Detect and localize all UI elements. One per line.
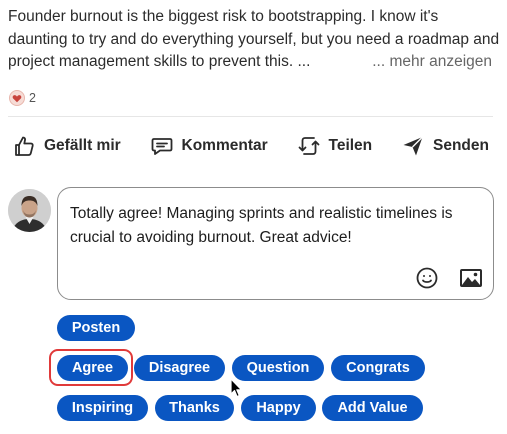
suggestion-add-value[interactable]: Add Value (322, 395, 423, 421)
send-button[interactable]: Senden (401, 134, 489, 158)
see-more-link[interactable]: ... mehr anzeigen (366, 51, 492, 74)
emoji-icon[interactable] (415, 266, 439, 290)
comment-input[interactable]: Totally agree! Managing sprints and real… (57, 187, 494, 300)
repost-icon (298, 137, 319, 155)
selection-highlight (49, 349, 133, 386)
share-label: Teilen (328, 137, 373, 154)
post-text: Founder burnout is the biggest risk to b… (8, 6, 500, 74)
suggestion-happy[interactable]: Happy (241, 395, 316, 421)
suggestion-inspiring[interactable]: Inspiring (57, 395, 148, 421)
image-icon[interactable] (459, 268, 483, 288)
mouse-cursor-icon (230, 378, 243, 398)
suggestion-disagree[interactable]: Disagree (134, 355, 225, 381)
comment-icon (151, 138, 172, 155)
suggestion-thanks[interactable]: Thanks (155, 395, 234, 421)
suggestion-congrats[interactable]: Congrats (331, 355, 425, 381)
like-button[interactable]: Gefällt mir (12, 134, 121, 158)
comment-button[interactable]: Kommentar (150, 134, 268, 158)
send-label: Senden (432, 137, 489, 154)
avatar[interactable] (8, 189, 51, 232)
action-bar: Gefällt mir Kommentar Teilen Senden (12, 134, 489, 158)
avatar-image (8, 189, 51, 232)
share-button[interactable]: Teilen (297, 134, 373, 158)
thumbs-up-icon (15, 136, 34, 156)
reaction-summary[interactable]: 2 (9, 90, 36, 106)
post-button[interactable]: Posten (57, 315, 135, 341)
divider (8, 116, 493, 117)
comment-text[interactable]: Totally agree! Managing sprints and real… (70, 202, 477, 249)
send-icon (403, 136, 423, 156)
reaction-count: 2 (29, 91, 36, 105)
heart-reaction-icon (9, 90, 25, 106)
suggestion-question[interactable]: Question (232, 355, 324, 381)
like-label: Gefällt mir (44, 137, 121, 154)
comment-label: Kommentar (181, 137, 268, 154)
